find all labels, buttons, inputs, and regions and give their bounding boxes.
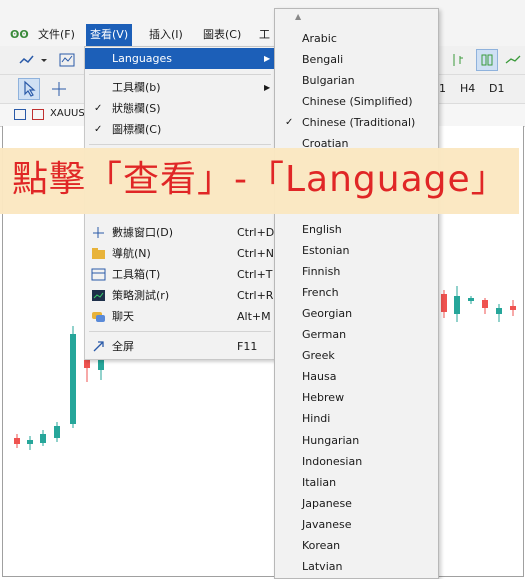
line-chart-icon[interactable] bbox=[16, 49, 38, 71]
language-item-japanese[interactable]: Japanese bbox=[275, 493, 438, 514]
view-menu-item-fullscreen[interactable]: 全屏 F11 bbox=[85, 336, 275, 357]
view-menu-item-toolbars[interactable]: 工具欄(b) ▶ bbox=[85, 77, 275, 98]
language-item-italian[interactable]: Italian bbox=[275, 472, 438, 493]
timeframe-h4[interactable]: H4 bbox=[460, 80, 475, 98]
candle-up-icon[interactable] bbox=[446, 49, 468, 71]
languages-submenu: ▲ Arabic Bengali Bulgarian Chinese (Simp… bbox=[274, 8, 439, 579]
indicator-chart-icon[interactable] bbox=[56, 49, 78, 71]
view-menu-item-navigator[interactable]: 導航(N) Ctrl+N bbox=[85, 243, 275, 264]
checkmark-icon: ✓ bbox=[94, 103, 103, 114]
checkmark-icon: ✓ bbox=[94, 124, 103, 135]
view-menu-item-status-bar[interactable]: ✓ 狀態欄(S) bbox=[85, 98, 275, 119]
menu-separator bbox=[89, 331, 271, 332]
language-item-english[interactable]: English bbox=[275, 219, 438, 240]
menu-separator bbox=[89, 144, 271, 145]
view-menu-item-icon-bar[interactable]: ✓ 圖標欄(C) bbox=[85, 119, 275, 140]
language-item-georgian[interactable]: Georgian bbox=[275, 303, 438, 324]
view-menu-item-chat[interactable]: 聊天 Alt+M bbox=[85, 306, 275, 327]
checkmark-icon: ✓ bbox=[285, 117, 294, 128]
language-item-greek[interactable]: Greek bbox=[275, 345, 438, 366]
language-item-hungarian[interactable]: Hungarian bbox=[275, 430, 438, 451]
language-item-french[interactable]: French bbox=[275, 282, 438, 303]
menu-tools[interactable]: 工 bbox=[255, 24, 274, 46]
title-strip bbox=[0, 0, 525, 24]
view-menu-item-toolbox[interactable]: 工具箱(T) Ctrl+T bbox=[85, 264, 275, 285]
chart-window-icon bbox=[14, 109, 26, 120]
menu-charts[interactable]: 圖表(C) bbox=[199, 24, 245, 46]
submenu-arrow-icon: ▶ bbox=[264, 54, 271, 63]
instruction-banner: 點擊「查看」-「Language」 bbox=[0, 148, 519, 214]
crosshair-icon[interactable] bbox=[48, 78, 70, 100]
language-item-estonian[interactable]: Estonian bbox=[275, 240, 438, 261]
symbol-chart-icon bbox=[32, 109, 44, 120]
submenu-arrow-icon: ▶ bbox=[264, 83, 271, 92]
view-menu-item-strategy-tester[interactable]: 策略測試(r) Ctrl+R bbox=[85, 285, 275, 306]
language-item-korean[interactable]: Korean bbox=[275, 535, 438, 556]
language-item-javanese[interactable]: Javanese bbox=[275, 514, 438, 535]
fullscreen-icon bbox=[91, 339, 106, 354]
view-menu-item-languages[interactable]: Languages ▶ bbox=[85, 48, 275, 69]
toolbox-icon bbox=[91, 267, 106, 282]
language-item-latvian[interactable]: Latvian bbox=[275, 556, 438, 577]
language-item-arabic[interactable]: Arabic bbox=[275, 28, 438, 49]
language-item-finnish[interactable]: Finnish bbox=[275, 261, 438, 282]
view-menu-item-data-window[interactable]: 數據窗口(D) Ctrl+D bbox=[85, 222, 275, 243]
language-item-bengali[interactable]: Bengali bbox=[275, 49, 438, 70]
chart-tab-symbol[interactable]: XAUUS bbox=[50, 108, 85, 119]
menu-view[interactable]: 查看(V) bbox=[86, 24, 133, 46]
language-item-hindi[interactable]: Hindi bbox=[275, 408, 438, 429]
line-icon[interactable] bbox=[503, 49, 525, 71]
language-item-indonesian[interactable]: Indonesian bbox=[275, 451, 438, 472]
language-item-german[interactable]: German bbox=[275, 324, 438, 345]
instruction-text: 點擊「查看」-「Language」 bbox=[12, 159, 508, 200]
language-item-hausa[interactable]: Hausa bbox=[275, 366, 438, 387]
language-item-chinese-simplified[interactable]: Chinese (Simplified) bbox=[275, 91, 438, 112]
strategy-tester-icon bbox=[91, 288, 106, 303]
menu-insert[interactable]: 插入(I) bbox=[145, 24, 187, 46]
menu-bar: ʘʘ 文件(F) 查看(V) 插入(I) 圖表(C) 工 bbox=[0, 24, 525, 46]
language-item-hebrew[interactable]: Hebrew bbox=[275, 387, 438, 408]
language-item-chinese-traditional[interactable]: ✓ Chinese (Traditional) bbox=[275, 112, 438, 133]
scroll-up-arrow-icon[interactable]: ▲ bbox=[295, 12, 301, 21]
chat-icon bbox=[91, 309, 106, 324]
navigator-icon bbox=[91, 246, 106, 261]
menu-file[interactable]: 文件(F) bbox=[34, 24, 79, 46]
cursor-icon[interactable] bbox=[18, 78, 40, 100]
timeframe-d1[interactable]: D1 bbox=[489, 80, 504, 98]
timeframe-h1[interactable]: 1 bbox=[439, 80, 446, 98]
data-window-icon bbox=[91, 225, 106, 240]
chevron-down-icon[interactable] bbox=[38, 49, 48, 71]
app-logo-icon: ʘʘ bbox=[10, 28, 29, 41]
candles-right bbox=[441, 286, 516, 322]
menu-separator bbox=[89, 74, 271, 75]
language-item-bulgarian[interactable]: Bulgarian bbox=[275, 70, 438, 91]
candlestick-icon[interactable] bbox=[476, 49, 498, 71]
